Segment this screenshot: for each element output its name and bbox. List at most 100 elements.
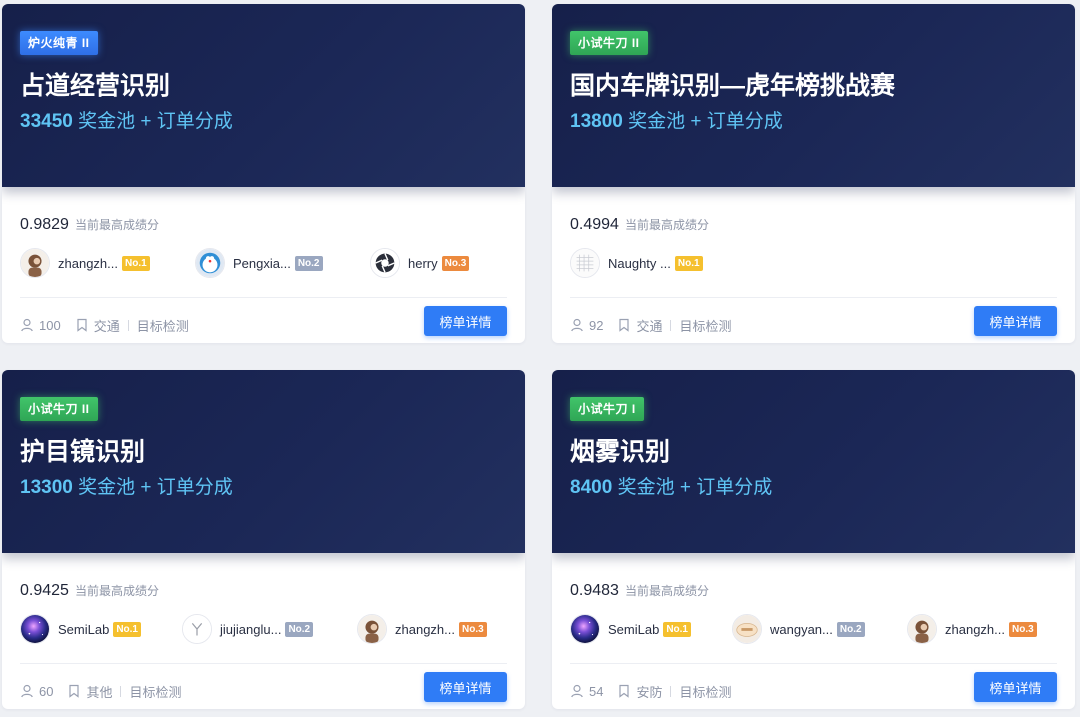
prize-amount: 8400 [570,477,613,498]
leader-name: herry [408,255,438,271]
rank-badge: No.2 [285,621,314,637]
leader-entry[interactable]: SemiLab No.1 [570,613,691,645]
user-icon [20,684,34,698]
rank-badge: No.3 [1009,621,1037,637]
leader-name: zhangzh... [945,621,1005,637]
competition-card[interactable]: 小试牛刀 II 国内车牌识别—虎年榜挑战赛 13800 奖金池 + 订单分成 0… [552,4,1075,343]
person-avatar [20,248,50,278]
leaderboard-details-button[interactable]: 榜单详情 [974,672,1057,702]
best-score-row: 0.9483 当前最高成绩分 [570,582,709,602]
card-banner: 炉火纯青 II 占道经营识别 33450 奖金池 + 订单分成 [2,4,525,187]
task-tag: 目标检测 [679,684,732,700]
best-score-row: 0.4994 当前最高成绩分 [570,216,709,236]
tag-separator [127,319,129,331]
leader-entry[interactable]: Naughty ... No.1 [570,247,703,279]
rank-badge: No.2 [294,255,323,271]
bookmark-icon [75,318,89,332]
industry-tag: 交通 [636,318,663,334]
card-banner: 小试牛刀 II 国内车牌识别—虎年榜挑战赛 13800 奖金池 + 订单分成 [552,4,1075,187]
leader-entry[interactable]: zhangzh... No.3 [357,613,487,645]
logo-avatar [182,614,212,644]
prize-amount: 13800 [570,111,623,132]
divider [570,297,1057,298]
task-tag: 目标检测 [129,684,182,700]
divider [20,663,507,664]
participant-count: 60 [39,683,54,699]
leader-entry[interactable]: Pengxia... No.2 [195,247,323,279]
divider [570,663,1057,664]
leader-entry[interactable]: SemiLab No.1 [20,613,141,645]
prize-pool: 8400 奖金池 + 订单分成 [570,472,772,499]
prize-amount: 33450 [20,111,73,132]
prize-pool: 33450 奖金池 + 订单分成 [20,106,233,133]
prize-suffix: 奖金池 + 订单分成 [78,111,233,132]
rank-badge: No.1 [663,621,691,637]
industry-tag: 交通 [93,318,120,334]
person-avatar [907,614,937,644]
leaderboard-preview: Naughty ... No.1 [570,247,1060,279]
competition-title[interactable]: 烟雾识别 [570,432,670,468]
best-score-label: 当前最高成绩分 [74,584,159,598]
prize-pool: 13300 奖金池 + 订单分成 [20,472,233,499]
competition-card[interactable]: 小试牛刀 I 烟雾识别 8400 奖金池 + 订单分成 0.9483 当前最高成… [552,370,1075,709]
competition-card[interactable]: 炉火纯青 II 占道经营识别 33450 奖金池 + 订单分成 0.9829 当… [2,4,525,343]
prize-suffix: 奖金池 + 订单分成 [78,477,233,498]
rank-badge: No.3 [459,621,487,637]
competition-title[interactable]: 占道经营识别 [20,66,170,102]
leaderboard-details-button[interactable]: 榜单详情 [424,306,507,336]
card-footer: 60 其他 目标检测 [20,682,182,700]
rank-badge: No.3 [441,255,470,271]
best-score: 0.9425 [20,582,69,599]
best-score-label: 当前最高成绩分 [624,218,709,232]
card-footer: 54 安防 目标检测 [570,682,732,700]
leaderboard-preview: SemiLab No.1 wangyan... No.2 zhangzh... … [570,613,1060,645]
leaderboard-details-button[interactable]: 榜单详情 [424,672,507,702]
best-score-row: 0.9425 当前最高成绩分 [20,582,159,602]
cartoon-avatar [732,614,762,644]
participant-count: 100 [39,317,61,333]
leaderboard-details-button[interactable]: 榜单详情 [974,306,1057,336]
competition-title[interactable]: 护目镜识别 [20,432,145,468]
best-score-row: 0.9829 当前最高成绩分 [20,216,159,236]
divider [20,297,507,298]
leader-entry[interactable]: herry No.3 [370,247,470,279]
tag-separator [120,685,122,697]
leader-name: SemiLab [58,621,110,637]
prize-suffix: 奖金池 + 订单分成 [617,477,773,498]
doraemon-avatar [195,248,225,278]
user-icon [570,684,584,698]
task-tag: 目标检测 [136,318,189,334]
leader-entry[interactable]: zhangzh... No.1 [20,247,150,279]
industry-tag: 其他 [86,684,113,700]
aperture-avatar [370,248,400,278]
industry-tag: 安防 [636,684,663,700]
rank-badge: No.1 [113,621,141,637]
best-score: 0.9483 [570,582,619,599]
leader-name: Naughty ... [608,255,671,271]
leaderboard-preview: SemiLab No.1 jiujianglu... No.2 zhangzh.… [20,613,510,645]
leader-entry[interactable]: zhangzh... No.3 [907,613,1037,645]
competition-title[interactable]: 国内车牌识别—虎年榜挑战赛 [570,66,895,102]
leader-name: zhangzh... [395,621,455,637]
prize-amount: 13300 [20,477,73,498]
galaxy-avatar [20,614,50,644]
card-footer: 100 交通 目标检测 [20,316,189,334]
tag-separator [670,685,672,697]
tag-separator [670,319,672,331]
rank-badge: No.1 [674,255,703,271]
user-icon [20,318,34,332]
bookmark-icon [67,684,81,698]
level-badge: 小试牛刀 II [20,397,98,421]
card-banner: 小试牛刀 II 护目镜识别 13300 奖金池 + 订单分成 [2,370,525,553]
level-badge: 小试牛刀 I [570,397,644,421]
best-score-label: 当前最高成绩分 [624,584,709,598]
competition-card[interactable]: 小试牛刀 II 护目镜识别 13300 奖金池 + 订单分成 0.9425 当前… [2,370,525,709]
person-avatar [357,614,387,644]
leader-entry[interactable]: jiujianglu... No.2 [182,613,314,645]
user-icon [570,318,584,332]
galaxy-avatar [570,614,600,644]
card-footer: 92 交通 目标检测 [570,316,732,334]
leader-entry[interactable]: wangyan... No.2 [732,613,865,645]
prize-suffix: 奖金池 + 订单分成 [628,111,783,132]
prize-pool: 13800 奖金池 + 订单分成 [570,106,783,133]
